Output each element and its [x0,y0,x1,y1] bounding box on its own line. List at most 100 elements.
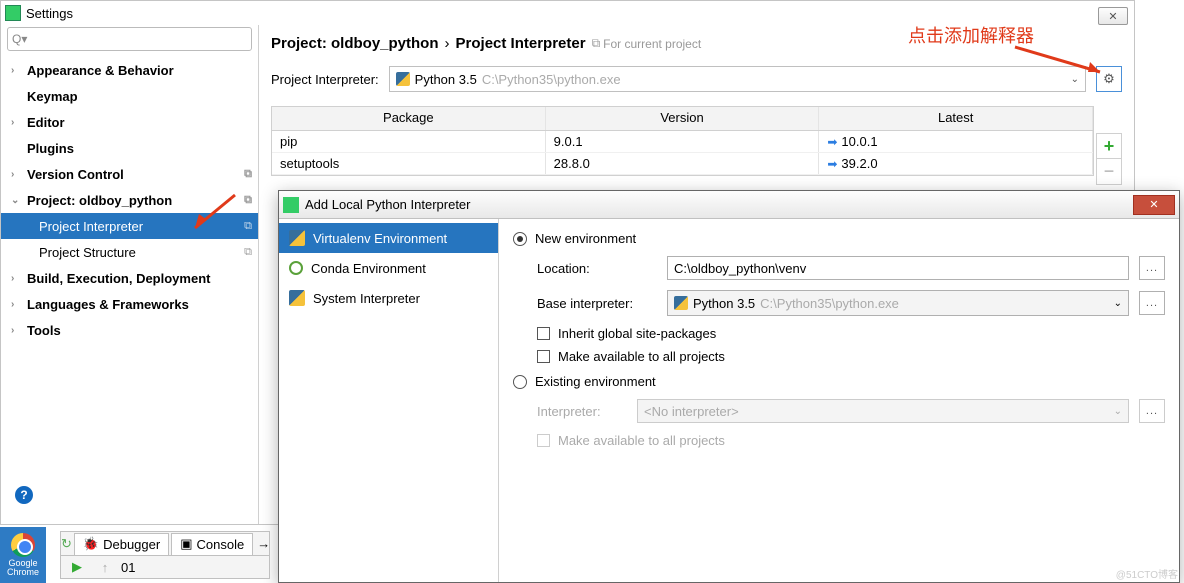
tree-tools[interactable]: ›Tools [1,317,258,343]
debug-panel: ↻ 🐞Debugger ▣Console → ▶ ↑ 01 [60,531,270,579]
project-interpreter-row: Project Interpreter: Python 3.5 C:\Pytho… [271,66,1122,92]
dialog-titlebar[interactable]: Add Local Python Interpreter ✕ [279,191,1179,219]
chevron-right-icon: › [11,169,21,180]
tree-appearance[interactable]: ›Appearance & Behavior [1,57,258,83]
make-available-checkbox-row[interactable]: Make available to all projects [513,349,1165,364]
remove-package-button[interactable]: − [1096,159,1122,185]
tree-project[interactable]: ⌄Project: oldboy_python⧉ [1,187,258,213]
interpreter-row: Interpreter: <No interpreter>⌄ ... [513,399,1165,423]
line-number: 01 [121,560,135,575]
base-name: Python 3.5 [693,296,755,311]
debug-tabs: ↻ 🐞Debugger ▣Console → [61,532,269,556]
gear-icon: ⚙ [1103,71,1115,87]
add-interpreter-dialog: Add Local Python Interpreter ✕ Virtualen… [278,190,1180,583]
interpreter-browse-button: ... [1139,399,1165,423]
breadcrumb: Project: oldboy_python › Project Interpr… [271,35,1122,52]
dialog-icon [283,197,299,213]
col-version: Version [546,107,820,130]
chrome-label: Google Chrome [0,559,46,577]
breadcrumb-project: Project: oldboy_python [271,35,439,52]
env-conda[interactable]: Conda Environment [279,253,498,283]
chevron-right-icon: › [11,325,21,336]
settings-search-input[interactable]: Q▾ [7,27,252,51]
base-interpreter-row: Base interpreter: Python 3.5 C:\Python35… [513,290,1165,316]
interpreter-settings-gear-button[interactable]: ⚙ [1096,66,1122,92]
interpreter-name: Python 3.5 [415,72,477,87]
tree-project-interpreter[interactable]: Project Interpreter⧉ [1,213,258,239]
table-row[interactable]: pip 9.0.1 ➡10.0.1 [272,131,1093,153]
debugger-icon: 🐞 [83,536,99,552]
arrow-up-icon: ↑ [102,560,109,575]
help-icon: ? [20,488,27,502]
project-interpreter-select[interactable]: Python 3.5 C:\Python35\python.exe ⌄ [389,66,1086,92]
make-available-2-label: Make available to all projects [558,433,725,448]
tree-project-structure[interactable]: Project Structure⧉ [1,239,258,265]
base-interpreter-select[interactable]: Python 3.5 C:\Python35\python.exe ⌄ [667,290,1129,316]
console-icon: ▣ [180,536,192,552]
chevron-down-icon: ⌄ [11,195,21,206]
checkbox-icon [537,350,550,363]
tree-editor[interactable]: ›Editor [1,109,258,135]
env-virtualenv[interactable]: Virtualenv Environment [279,223,498,253]
inherit-checkbox-row[interactable]: Inherit global site-packages [513,326,1165,341]
packages-header: Package Version Latest [272,107,1093,131]
make-available-label: Make available to all projects [558,349,725,364]
plus-icon: + [1104,136,1115,157]
existing-environment-radio-row[interactable]: Existing environment [513,374,1165,389]
new-environment-radio-row[interactable]: New environment [513,231,1165,246]
env-system[interactable]: System Interpreter [279,283,498,313]
tree-build[interactable]: ›Build, Execution, Deployment [1,265,258,291]
python-icon [396,72,410,86]
for-current-badge: ⧉For current project [592,36,702,51]
taskbar: Google Chrome ↻ 🐞Debugger ▣Console → ▶ ↑… [0,527,1184,583]
close-x-icon: ✕ [1108,10,1117,23]
window-close-button[interactable]: ✕ [1098,7,1128,25]
arrow-right-icon: → [257,536,270,551]
add-package-button[interactable]: + [1096,133,1122,159]
radio-unselected-icon [513,375,527,389]
inherit-label: Inherit global site-packages [558,326,716,341]
chrome-shortcut[interactable]: Google Chrome [0,527,46,583]
base-path: C:\Python35\python.exe [760,296,899,311]
help-button[interactable]: ? [15,486,33,504]
checkbox-icon [537,434,550,447]
tab-debugger[interactable]: 🐞Debugger [74,533,169,555]
tree-keymap[interactable]: Keymap [1,83,258,109]
table-row[interactable]: setuptools 28.8.0 ➡39.2.0 [272,153,1093,175]
location-input[interactable]: C:\oldboy_python\venv [667,256,1129,280]
tree-languages[interactable]: ›Languages & Frameworks [1,291,258,317]
col-package: Package [272,107,546,130]
search-icon: Q▾ [12,32,27,46]
chevron-down-icon: ⌄ [1114,298,1122,309]
tree-plugins[interactable]: Plugins [1,135,258,161]
virtualenv-icon [289,230,305,246]
base-interpreter-label: Base interpreter: [537,296,657,311]
location-browse-button[interactable]: ... [1139,256,1165,280]
conda-icon [289,261,303,275]
rerun-button[interactable]: ↻ [61,533,72,555]
upgrade-arrow-icon: ➡ [827,157,837,171]
step-up-button[interactable]: ↑ [93,556,117,578]
rerun-icon: ↻ [61,536,72,552]
settings-sidebar: Q▾ ›Appearance & Behavior Keymap ›Editor… [1,25,259,524]
ellipsis-icon: ... [1146,405,1158,417]
col-latest: Latest [819,107,1093,130]
ellipsis-icon: ... [1146,262,1158,274]
settings-window-icon [5,5,21,21]
ellipsis-icon: ... [1146,297,1158,309]
python-icon [289,290,305,306]
tab-console[interactable]: ▣Console [171,533,253,555]
dialog-close-button[interactable]: ✕ [1133,195,1175,215]
tree-version-control[interactable]: ›Version Control⧉ [1,161,258,187]
settings-tree: ›Appearance & Behavior Keymap ›Editor Pl… [1,57,258,524]
settings-titlebar: Settings [1,1,1134,25]
minus-icon: − [1104,161,1115,182]
chevron-down-icon: ⌄ [1071,74,1079,85]
resume-button[interactable]: ▶ [65,556,89,578]
existing-environment-label: Existing environment [535,374,656,389]
close-icon: ✕ [1149,198,1158,211]
breadcrumb-sep: › [445,35,450,52]
chevron-right-icon: › [11,65,21,76]
new-environment-label: New environment [535,231,636,246]
base-browse-button[interactable]: ... [1139,291,1165,315]
